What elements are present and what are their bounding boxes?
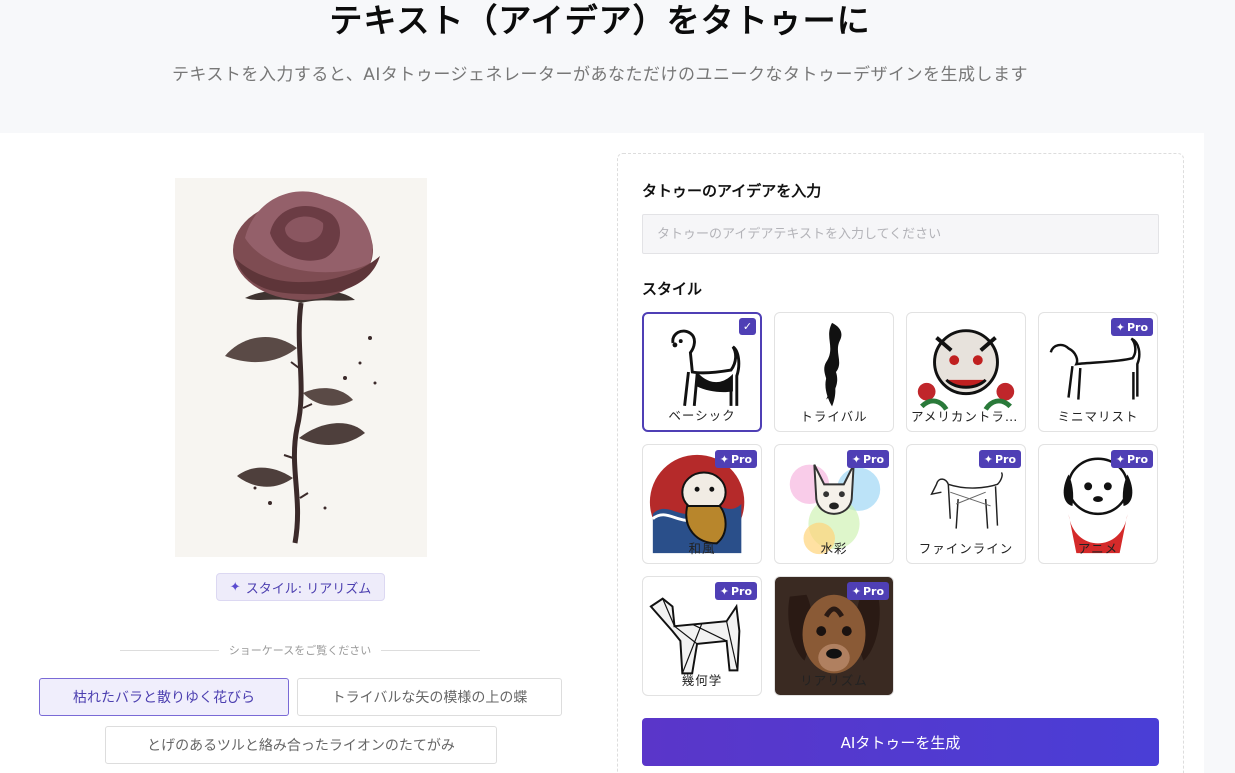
check-icon: ✓	[739, 318, 756, 335]
page-title: テキスト（アイデア）をタトゥーに	[329, 1, 871, 40]
pro-badge: ✦ Pro	[1110, 318, 1153, 336]
pro-badge: ✦ Pro	[714, 450, 757, 468]
pro-badge: ✦ Pro	[846, 582, 889, 600]
sparkle-icon: ✦	[851, 584, 861, 598]
pro-badge: ✦ Pro	[1110, 450, 1153, 468]
style-card-fineline[interactable]: ✦ Pro ファインライン	[906, 444, 1026, 564]
hero-section: テキスト（アイデア）をタトゥーに テキストを入力すると、AIタトゥージェネレータ…	[0, 0, 1235, 133]
showcase-label: ショーケースをご覧ください	[228, 644, 372, 657]
divider-line	[381, 649, 481, 651]
style-label: スタイル	[642, 280, 703, 298]
style-badge-label: スタイル: リアリズム	[245, 581, 372, 597]
style-card-anime[interactable]: ✦ Pro アニメ	[1038, 444, 1158, 564]
pro-badge: ✦ Pro	[714, 582, 757, 600]
idea-label: タトゥーのアイデアを入力	[642, 182, 822, 200]
showcase-chip[interactable]: とげのあるツルと絡み合ったライオンのたてがみ	[105, 726, 497, 764]
generate-button[interactable]: AIタトゥーを生成	[642, 718, 1159, 766]
sparkle-icon: ✦	[719, 452, 729, 466]
showcase-chip[interactable]: 枯れたバラと散りゆく花びら	[39, 678, 289, 716]
style-card-basic[interactable]: ✓ ベーシック	[642, 312, 762, 432]
style-card-geometric[interactable]: ✦ Pro 幾何学	[642, 576, 762, 696]
page-edge	[1204, 133, 1235, 773]
style-card-watercolor[interactable]: ✦ Pro 水彩	[774, 444, 894, 564]
showcase-preview-image	[175, 178, 427, 557]
style-card-minimalist[interactable]: ✦ Pro ミニマリスト	[1038, 312, 1158, 432]
style-card-tribal[interactable]: トライバル	[774, 312, 894, 432]
pro-badge: ✦ Pro	[978, 450, 1021, 468]
idea-input[interactable]	[642, 214, 1159, 254]
showcase-divider: ショーケースをご覧ください	[120, 641, 481, 659]
sparkle-icon: ✦	[719, 584, 729, 598]
sparkle-icon: ✦	[1115, 320, 1125, 334]
style-card-japanese[interactable]: ✦ Pro 和風	[642, 444, 762, 564]
pro-badge: ✦ Pro	[846, 450, 889, 468]
divider-line	[120, 649, 219, 651]
sparkle-icon: ✦	[851, 452, 861, 466]
page-subtitle: テキストを入力すると、AIタトゥージェネレーターがあなただけのユニークなタトゥー…	[171, 65, 1029, 85]
sparkle-icon: ✦	[229, 579, 241, 595]
style-card-realism[interactable]: ✦ Pro リアリズム	[774, 576, 894, 696]
style-card-american-traditional[interactable]: アメリカントラディショナル	[906, 312, 1026, 432]
sparkle-icon: ✦	[1115, 452, 1125, 466]
sparkle-icon: ✦	[983, 452, 993, 466]
style-badge: ✦ スタイル: リアリズム	[216, 573, 385, 601]
showcase-chip[interactable]: トライバルな矢の模様の上の蝶	[297, 678, 562, 716]
